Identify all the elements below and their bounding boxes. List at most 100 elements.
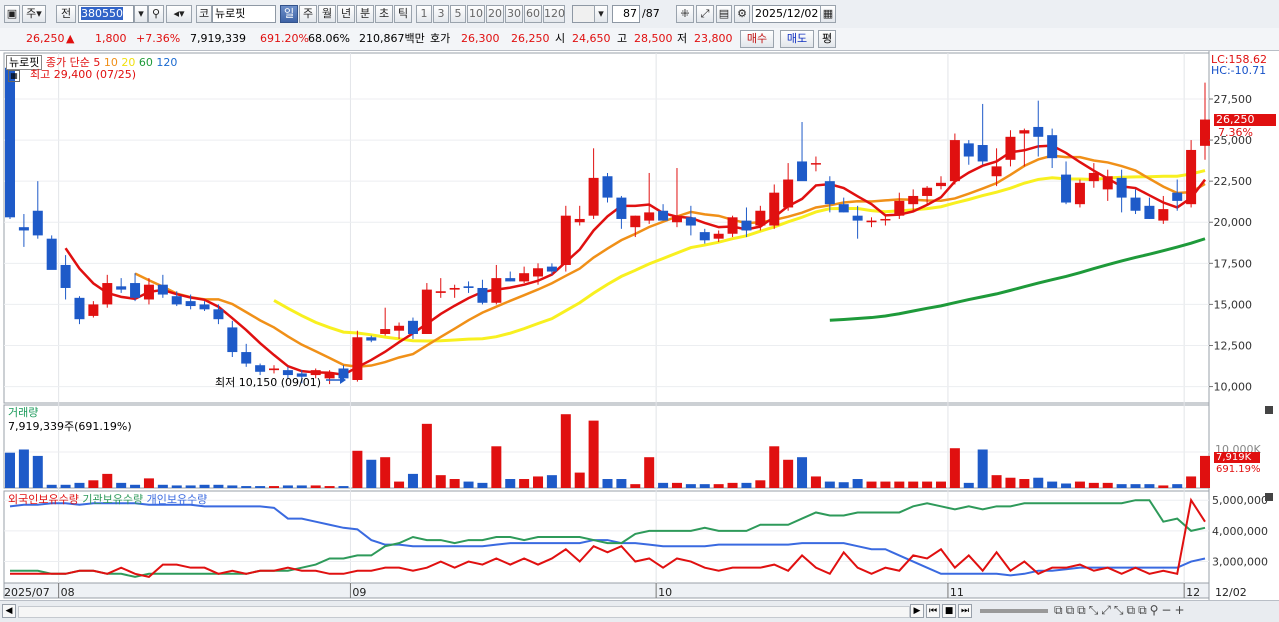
volume-bar: [880, 481, 891, 488]
volume-bar: [922, 481, 933, 488]
period-tab-2[interactable]: 월: [318, 5, 336, 23]
period-tab-0[interactable]: 일: [280, 5, 298, 23]
volume-bar: [1005, 477, 1016, 488]
resize-icon[interactable]: ⤢: [696, 5, 714, 23]
x-axis-label: 09: [352, 586, 366, 599]
quote-change-pct: +7.36%: [136, 32, 181, 45]
interval-dropdown-icon[interactable]: ▾: [594, 5, 608, 23]
volume-bar: [741, 482, 752, 488]
volume-bar: [977, 449, 988, 488]
candle-body: [269, 368, 280, 371]
scroll-right-icon[interactable]: ▶: [910, 604, 924, 618]
volume-bar: [560, 414, 571, 488]
volume-bar: [644, 457, 655, 488]
number-tab-120[interactable]: 120: [543, 5, 565, 23]
hc-value: HC:-10.71: [1211, 64, 1267, 77]
volume-bar: [227, 485, 238, 488]
number-tab-1[interactable]: 1: [416, 5, 432, 23]
candle-body: [255, 365, 266, 372]
volume-bar: [505, 479, 516, 488]
market-select[interactable]: 주▾: [22, 5, 46, 23]
holdings-close-icon[interactable]: [1265, 493, 1273, 501]
volume-bar: [949, 448, 960, 488]
number-tab-20[interactable]: 20: [486, 5, 504, 23]
candle-body: [894, 200, 905, 216]
number-tab-30[interactable]: 30: [505, 5, 523, 23]
x-axis-label: 12: [1186, 586, 1200, 599]
save-icon[interactable]: ▤: [716, 5, 732, 23]
first-page-icon[interactable]: ⏮: [926, 604, 940, 618]
candle-body: [546, 266, 557, 272]
candle-body: [171, 296, 182, 305]
market-label: 주: [26, 7, 37, 20]
code-dropdown-icon[interactable]: ▾: [134, 5, 148, 23]
current-pct-tag: 7.36%: [1218, 126, 1253, 139]
period-tab-3[interactable]: 년: [337, 5, 355, 23]
scroll-left-icon[interactable]: ◀: [2, 604, 16, 618]
count-input[interactable]: 87: [612, 5, 640, 23]
settings-icon[interactable]: ⚙: [734, 5, 750, 23]
scroll-track[interactable]: [18, 606, 910, 618]
candle-body: [74, 297, 85, 320]
volume-bar: [783, 459, 794, 488]
sell-button[interactable]: 매도: [780, 30, 814, 48]
volume-bar: [574, 472, 585, 488]
candle-body: [1061, 174, 1072, 203]
candle-body: [18, 227, 29, 231]
buy-button[interactable]: 매수: [740, 30, 774, 48]
volume-close-icon[interactable]: [1265, 406, 1273, 414]
stop-icon[interactable]: ■: [942, 604, 956, 618]
volume-bar: [60, 484, 71, 488]
speaker-icon[interactable]: ◂▾: [166, 5, 192, 23]
period-tab-6[interactable]: 틱: [394, 5, 412, 23]
candle-body: [727, 217, 738, 234]
count-total: /87: [642, 7, 660, 20]
period-tab-5[interactable]: 초: [375, 5, 393, 23]
volume-bar: [1019, 479, 1030, 488]
quote-price: 26,250: [26, 32, 65, 45]
holdings-tick-label: 4,000,000: [1212, 525, 1268, 538]
calendar-icon[interactable]: ▦: [820, 5, 836, 23]
volume-bar: [852, 479, 863, 488]
number-tab-3[interactable]: 3: [433, 5, 449, 23]
number-tab-5[interactable]: 5: [450, 5, 466, 23]
period-tab-4[interactable]: 분: [356, 5, 374, 23]
zoom-tools-icons[interactable]: ⧉⧉⧉⤡⤢⤡⧉⧉⚲−+: [1054, 603, 1188, 618]
candle-body: [685, 217, 696, 226]
candle-body: [366, 337, 377, 341]
candle-body: [1005, 136, 1016, 160]
layout-icon[interactable]: ▣: [4, 5, 20, 23]
stock-name-field[interactable]: 뉴로핏: [212, 5, 276, 23]
number-tab-10[interactable]: 10: [467, 5, 485, 23]
volume-bar: [32, 455, 43, 488]
number-tab-60[interactable]: 60: [524, 5, 542, 23]
volume-bar: [338, 486, 349, 488]
volume-bar: [324, 486, 335, 488]
volume-bar: [477, 482, 488, 488]
last-page-icon[interactable]: ⏭: [958, 604, 972, 618]
zoom-slider[interactable]: [980, 609, 1048, 613]
eval-button[interactable]: 평: [818, 30, 836, 48]
volume-bar: [491, 446, 502, 488]
prev-button[interactable]: 전: [56, 5, 76, 23]
x-axis-label: 2025/07: [4, 586, 50, 599]
stock-chart[interactable]: 27,50025,00022,50020,00017,50015,00012,5…: [0, 51, 1279, 600]
search-icon[interactable]: ⚲: [148, 5, 164, 23]
period-tab-1[interactable]: 주: [299, 5, 317, 23]
stock-code-value: 380550: [81, 7, 123, 20]
volume-bar: [143, 478, 154, 488]
volume-bar: [199, 484, 210, 488]
volume-bar: [269, 486, 280, 488]
candle-body: [46, 238, 57, 270]
collapse-icon[interactable]: ▦: [8, 70, 20, 82]
volume-bar: [935, 481, 946, 488]
volume-bar: [18, 449, 29, 488]
candle-body: [838, 204, 849, 213]
crosshair-icon[interactable]: ⁜: [676, 5, 694, 23]
candle-body: [519, 273, 530, 282]
price-tick-label: 20,000: [1214, 216, 1253, 229]
volume-bar: [4, 452, 16, 488]
stock-code-input[interactable]: 380550: [78, 5, 134, 23]
candle-body: [1074, 182, 1085, 205]
date-input[interactable]: 2025/12/02: [752, 5, 822, 23]
